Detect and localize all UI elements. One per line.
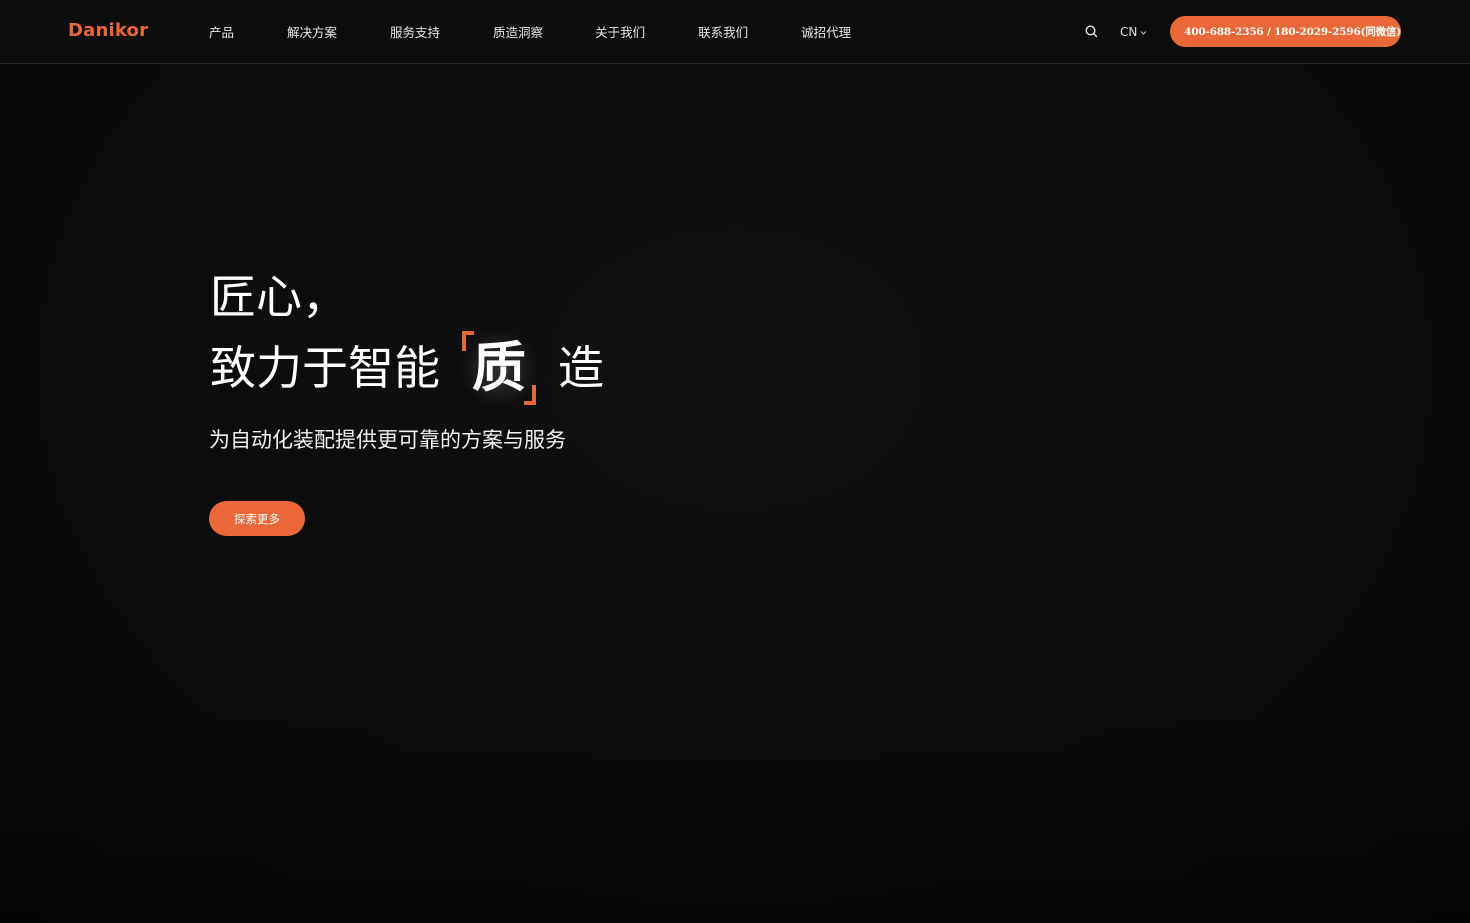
nav-item-about-us[interactable]: 关于我们 [595, 22, 645, 41]
page: Danikor 产品 解决方案 服务支持 质造洞察 关于我们 联系我们 诚招代理… [0, 0, 1470, 923]
hero-highlight-char: 质 [472, 336, 526, 399]
phone-button[interactable]: 400-688-2356 / 180-2029-2596(同微信) [1170, 16, 1401, 47]
nav-item-insights[interactable]: 质造洞察 [493, 22, 543, 41]
nav-item-products[interactable]: 产品 [209, 22, 234, 41]
hero-title-suffix: 造 [558, 341, 604, 395]
language-selector[interactable]: CN [1120, 24, 1147, 40]
logo[interactable]: Danikor [68, 20, 148, 42]
search-button[interactable] [1084, 24, 1099, 39]
language-label: CN [1120, 25, 1138, 39]
search-icon [1085, 25, 1098, 38]
bracket-bottom-right-icon [524, 385, 536, 405]
nav-item-service-support[interactable]: 服务支持 [390, 22, 440, 41]
hero-highlight-box: 质 [462, 331, 536, 405]
bracket-top-left-icon [462, 331, 474, 351]
hero-title-line2: 致力于智能 质 造 [210, 331, 604, 405]
hero-title-line1: 匠心， [210, 270, 348, 324]
site-header: Danikor 产品 解决方案 服务支持 质造洞察 关于我们 联系我们 诚招代理… [0, 0, 1470, 64]
explore-more-button[interactable]: 探索更多 [209, 501, 305, 536]
phone-icon [1177, 30, 1179, 32]
bottom-gradient [0, 703, 1470, 923]
hero-subtitle: 为自动化装配提供更可靠的方案与服务 [209, 428, 566, 452]
main-nav: 产品 解决方案 服务支持 质造洞察 关于我们 联系我们 诚招代理 [209, 0, 851, 63]
nav-item-agents[interactable]: 诚招代理 [801, 22, 851, 41]
chevron-down-icon [1141, 30, 1147, 35]
hero-title-prefix: 致力于智能 [210, 341, 440, 395]
phone-number: 400-688-2356 / 180-2029-2596(同微信) [1184, 26, 1401, 38]
nav-item-contact-us[interactable]: 联系我们 [698, 22, 748, 41]
nav-item-solutions[interactable]: 解决方案 [287, 22, 337, 41]
